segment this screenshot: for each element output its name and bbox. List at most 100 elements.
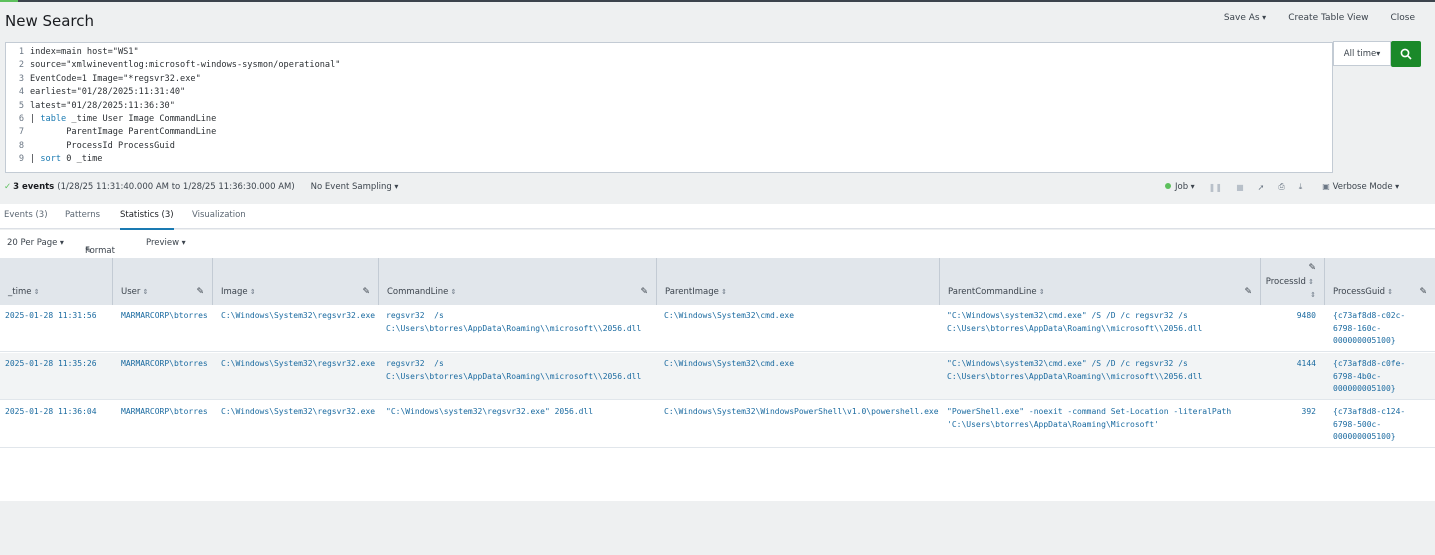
search-line-text: ProcessId ProcessGuid	[30, 140, 175, 151]
cell-parentcommandline[interactable]: "PowerShell.exe" -noexit -command Set-Lo…	[947, 406, 1231, 431]
search-line: 3 EventCode=1 Image="*regsvr32.exe"	[6, 73, 201, 86]
edit-column-icon[interactable]: ✎	[196, 287, 204, 297]
cell-time[interactable]: 2025-01-28 11:36:04	[5, 406, 97, 419]
close-button[interactable]: Close	[1390, 13, 1415, 23]
search-command: table	[40, 114, 67, 124]
header-actions: Save As Create Table View Close	[1224, 13, 1415, 23]
cell-user[interactable]: MARMARCORP\btorres	[121, 310, 208, 323]
tab-patterns[interactable]: Patterns	[65, 210, 100, 220]
top-strip	[0, 0, 1435, 2]
edit-column-icon[interactable]: ✎	[640, 287, 648, 297]
cell-commandline[interactable]: regsvr32 /s C:\Users\btorres\AppData\Roa…	[386, 358, 641, 383]
search-mode-dropdown[interactable]: ▣ Verbose Mode	[1322, 182, 1399, 192]
edit-column-icon[interactable]: ✎	[362, 287, 370, 297]
per-page-dropdown[interactable]: 20 Per Page	[7, 238, 64, 248]
cell-image[interactable]: C:\Windows\System32\regsvr32.exe	[221, 358, 375, 371]
preview-dropdown[interactable]: Preview	[146, 238, 186, 248]
job-status-icon	[1165, 183, 1171, 189]
column-header-processid[interactable]: ✎ ProcessId ⇕	[1261, 258, 1325, 305]
tab-visualization[interactable]: Visualization	[192, 210, 246, 220]
save-as-menu[interactable]: Save As	[1224, 13, 1266, 23]
cell-processid[interactable]: 392	[1261, 406, 1316, 419]
job-controls: Job ❚❚ ■ ➚ ⎙ ⤓ ▣ Verbose Mode	[1165, 182, 1399, 192]
cell-processguid[interactable]: {c73af8d8-c0fe- 6798-4b0c- 000000005100}	[1333, 358, 1405, 396]
column-label: _time	[8, 287, 40, 297]
search-line: 7 ParentImage ParentCommandLine	[6, 126, 216, 139]
edit-column-icon[interactable]: ✎	[1419, 287, 1427, 297]
edit-column-icon[interactable]: ✎	[1308, 263, 1316, 273]
line-number: 4	[18, 87, 24, 98]
cell-image[interactable]: C:\Windows\System32\regsvr32.exe	[221, 406, 375, 419]
search-line-text: index=main host="WS1"	[30, 47, 139, 57]
event-sampling-dropdown[interactable]: No Event Sampling	[311, 182, 399, 192]
cell-parentimage[interactable]: C:\Windows\System32\cmd.exe	[664, 310, 794, 323]
job-label: Job	[1175, 182, 1195, 192]
table-header: _time User ✎ Image ✎ CommandLine ✎ ParentIm…	[0, 258, 1435, 305]
results-tabs: Events (3) Patterns Statistics (3) Visua…	[0, 204, 1435, 230]
column-label: ProcessId	[1266, 277, 1314, 287]
tab-events[interactable]: Events (3)	[4, 210, 48, 220]
create-table-view-button[interactable]: Create Table View	[1288, 13, 1368, 23]
cell-time[interactable]: 2025-01-28 11:31:56	[5, 310, 97, 323]
search-line: 1 index=main host="WS1"	[6, 46, 139, 59]
export-icon[interactable]: ⤓	[1299, 182, 1303, 192]
cell-processguid[interactable]: {c73af8d8-c02c- 6798-160c- 000000005100}	[1333, 310, 1405, 348]
cell-processid[interactable]: 9480	[1261, 310, 1316, 323]
cell-commandline[interactable]: "C:\Windows\system32\regsvr32.exe" 2056.…	[386, 406, 593, 419]
line-number: 6	[18, 114, 24, 124]
pause-icon[interactable]: ❚❚	[1209, 183, 1222, 192]
share-icon[interactable]: ➚	[1258, 183, 1265, 192]
column-label: ParentCommandLine	[948, 287, 1045, 297]
results-table: _time User ✎ Image ✎ CommandLine ✎ ParentIm…	[0, 258, 1435, 501]
search-mode-label: Verbose Mode	[1333, 182, 1400, 192]
search-line-text: ParentImage ParentCommandLine	[30, 127, 217, 138]
column-header-user[interactable]: User ✎	[113, 258, 213, 305]
cell-parentcommandline[interactable]: "C:\Windows\system32\cmd.exe" /S /D /c r…	[947, 310, 1202, 335]
search-line-text: source="xmlwineventlog:microsoft-windows…	[30, 60, 341, 71]
column-header-time[interactable]: _time	[0, 258, 113, 305]
mode-icon: ▣	[1322, 182, 1330, 191]
event-time-range: (1/28/25 11:31:40.000 AM to 1/28/25 11:3…	[57, 182, 295, 192]
column-header-processguid[interactable]: ProcessGuid ✎	[1325, 258, 1435, 305]
cell-processid[interactable]: 4144	[1261, 358, 1316, 371]
edit-column-icon[interactable]: ✎	[1244, 287, 1252, 297]
search-line: 5 latest="01/28/2025:11:36:30"	[6, 100, 175, 113]
column-header-commandline[interactable]: CommandLine ✎	[379, 258, 657, 305]
column-header-parentcommandline[interactable]: ParentCommandLine ✎	[940, 258, 1261, 305]
search-button[interactable]	[1391, 41, 1421, 67]
search-editor[interactable]: 1 index=main host="WS1" 2 source="xmlwinev…	[5, 42, 1333, 173]
cell-parentimage[interactable]: C:\Windows\System32\WindowsPowerShell\v1…	[664, 406, 939, 419]
job-menu[interactable]: Job	[1165, 182, 1195, 192]
page-footer-area	[0, 501, 1435, 555]
cell-processguid[interactable]: {c73af8d8-c124- 6798-500c- 000000005100}	[1333, 406, 1405, 444]
line-number: 5	[18, 100, 24, 111]
column-label: CommandLine	[387, 287, 457, 297]
pipe-symbol: |	[30, 114, 41, 124]
search-line-text: EventCode=1 Image="*regsvr32.exe"	[30, 73, 201, 84]
search-line: 4 earliest="01/28/2025:11:31:40"	[6, 86, 185, 99]
line-number: 9	[18, 154, 24, 165]
sort-icon: ⇕	[1310, 291, 1316, 299]
cell-user[interactable]: MARMARCORP\btorres	[121, 406, 208, 419]
table-row: 2025-01-28 11:36:04 MARMARCORP\btorres C…	[0, 401, 1435, 448]
line-number: 2	[18, 60, 24, 71]
cell-user[interactable]: MARMARCORP\btorres	[121, 358, 208, 371]
column-header-parentimage[interactable]: ParentImage	[657, 258, 940, 305]
cell-parentcommandline[interactable]: "C:\Windows\system32\cmd.exe" /S /D /c r…	[947, 358, 1202, 383]
cell-image[interactable]: C:\Windows\System32\regsvr32.exe	[221, 310, 375, 323]
column-label: ParentImage	[665, 287, 727, 297]
search-icon	[1400, 48, 1412, 60]
cell-time[interactable]: 2025-01-28 11:35:26	[5, 358, 97, 371]
search-line-text: latest="01/28/2025:11:36:30"	[30, 100, 175, 111]
column-header-image[interactable]: Image ✎	[213, 258, 379, 305]
check-icon: ✓	[4, 182, 12, 192]
format-label: Format	[85, 246, 115, 256]
cell-commandline[interactable]: regsvr32 /s C:\Users\btorres\AppData\Roa…	[386, 310, 641, 335]
search-line: 2 source="xmlwineventlog:microsoft-window…	[6, 59, 341, 72]
cell-parentimage[interactable]: C:\Windows\System32\cmd.exe	[664, 358, 794, 371]
tab-statistics[interactable]: Statistics (3)	[120, 210, 174, 230]
time-range-picker[interactable]: All time	[1333, 41, 1391, 66]
stop-icon[interactable]: ■	[1236, 183, 1244, 192]
column-label: ProcessGuid	[1333, 287, 1393, 297]
print-icon[interactable]: ⎙	[1278, 182, 1284, 192]
